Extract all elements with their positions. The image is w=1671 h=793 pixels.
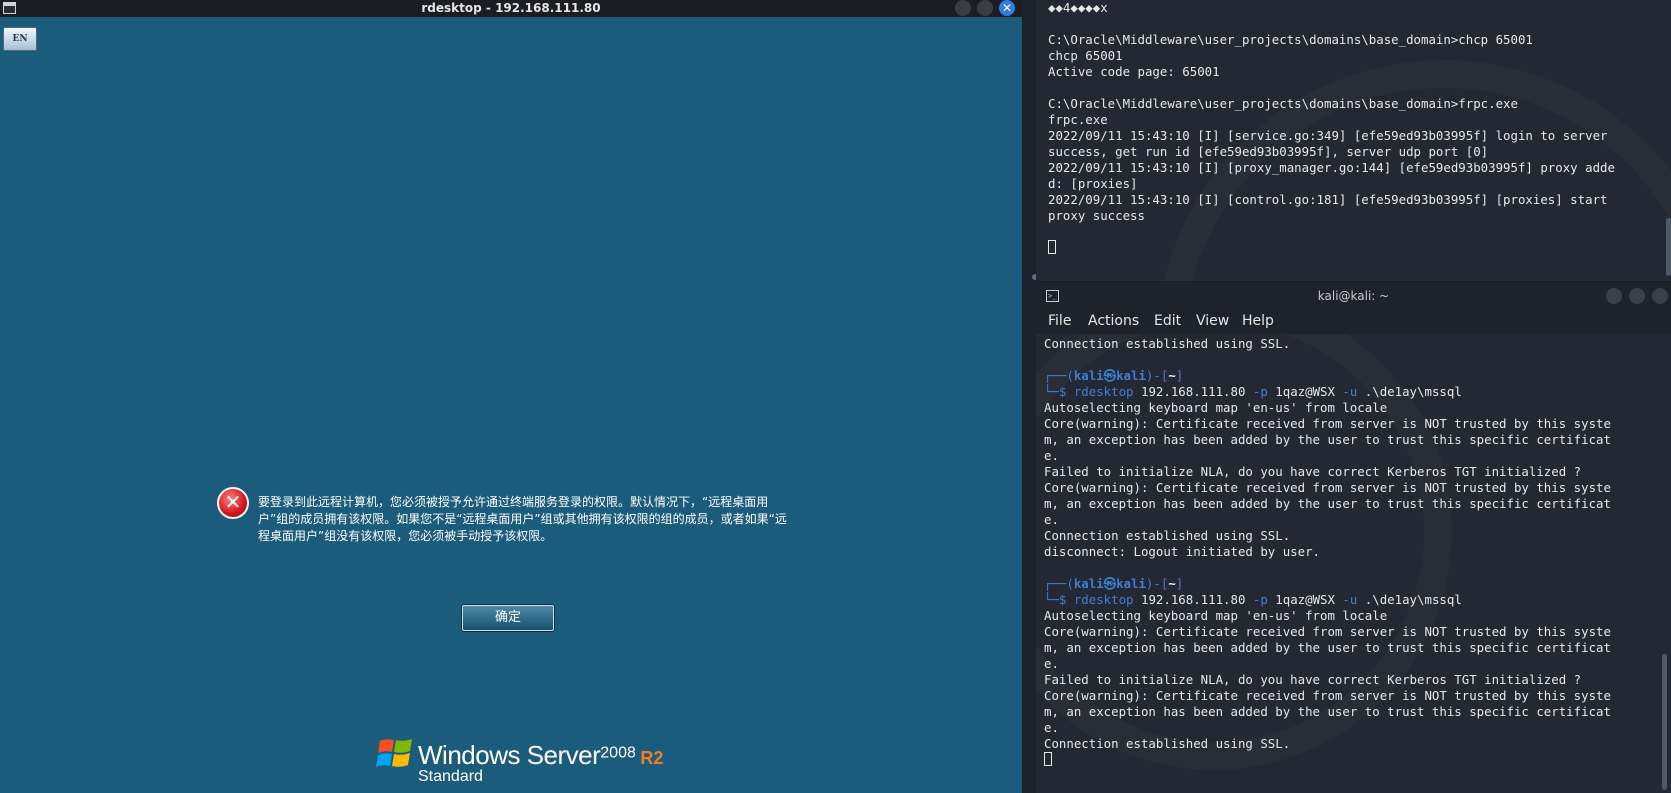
output-line: Core(warning): Certificate received from… (1044, 624, 1611, 639)
command-line: └─$ rdesktop 192.168.111.80 -p 1qaz@WSX … (1044, 592, 1462, 607)
maximize-button[interactable] (1629, 288, 1645, 304)
prompt-line: ┌──(kali㉿kali)-[~] (1044, 368, 1183, 383)
command-name: rdesktop (1073, 384, 1134, 399)
prompt-frame: ┌──( (1044, 368, 1074, 383)
prompt-frame: ┌──( (1044, 576, 1074, 591)
kali-window-title: kali@kali: ~ (1317, 289, 1390, 303)
output-line: m, an exception has been added by the us… (1044, 704, 1611, 719)
output-line: Connection established using SSL. (1044, 528, 1291, 543)
prompt-frame: )-[ (1145, 576, 1169, 591)
output-line: Active code page: 65001 (1048, 64, 1220, 79)
command-name: rdesktop (1073, 592, 1134, 607)
terminal-cursor (1048, 240, 1056, 254)
output-line: Connection established using SSL. (1044, 336, 1291, 351)
prompt-frame: ] (1175, 576, 1184, 591)
prompt-frame: )-[ (1145, 368, 1169, 383)
prompt-line: ┌──(kali㉿kali)-[~] (1044, 576, 1183, 591)
output-line: chcp 65001 (1048, 48, 1123, 63)
command-option: -p (1252, 384, 1268, 399)
output-line: m, an exception has been added by the us… (1044, 496, 1611, 511)
menu-edit[interactable]: Edit (1154, 313, 1181, 329)
command-arg: 192.168.111.80 (1133, 592, 1253, 607)
output-line: disconnect: Logout initiated by user. (1044, 544, 1321, 559)
brand-version: 2008 (600, 744, 636, 762)
close-button[interactable]: ✕ (999, 0, 1015, 16)
output-line: Autoselecting keyboard map 'en-us' from … (1044, 400, 1388, 415)
output-line: e. (1044, 512, 1059, 527)
prompt-symbol: └─$ (1044, 384, 1074, 399)
command-arg: .\de1ay\mssql (1357, 592, 1462, 607)
menu-help[interactable]: Help (1242, 313, 1274, 329)
window-divider (1022, 0, 1036, 793)
command-arg: 1qaz@WSX (1267, 592, 1343, 607)
shell-terminal[interactable]: ◆◆4◆◆◆◆x C:\Oracle\Middleware\user_proje… (1036, 0, 1671, 281)
brand-release: R2 (640, 748, 664, 768)
output-line: 2022/09/11 15:43:10 [I] [proxy_manager.g… (1048, 160, 1615, 175)
output-line: d: [proxies] (1048, 176, 1138, 191)
rdesktop-window-title: rdesktop - 192.168.111.80 (421, 1, 601, 15)
menu-view[interactable]: View (1196, 313, 1229, 329)
kali-terminal-window[interactable]: >_ kali@kali: ~ File Actions Edit View H… (1036, 282, 1671, 793)
windows-server-brand: Windows Server2008 R2 Standard (418, 740, 664, 785)
output-line: Connection established using SSL. (1044, 736, 1291, 751)
command-line: └─$ rdesktop 192.168.111.80 -p 1qaz@WSX … (1044, 384, 1462, 399)
language-indicator[interactable]: EN (3, 27, 37, 51)
command-arg: 1qaz@WSX (1267, 384, 1343, 399)
shell-output: ◆◆4◆◆◆◆x C:\Oracle\Middleware\user_proje… (1048, 0, 1615, 256)
close-icon: ✕ (1001, 1, 1013, 15)
error-icon: ✕ (217, 487, 249, 519)
output-line: success, get run id [efe59ed93b03995f], … (1048, 144, 1489, 159)
output-line: e. (1044, 448, 1059, 463)
output-line: m, an exception has been added by the us… (1044, 640, 1611, 655)
output-line: e. (1044, 720, 1059, 735)
minimize-button[interactable] (1606, 288, 1622, 304)
kali-titlebar[interactable]: >_ kali@kali: ~ (1036, 282, 1671, 310)
close-button[interactable] (1652, 288, 1668, 304)
terminal-cursor (1044, 752, 1052, 766)
windows-flag-icon (376, 739, 412, 767)
prompt-frame: ] (1175, 368, 1184, 383)
command-arg: .\de1ay\mssql (1357, 384, 1462, 399)
ok-button[interactable]: 确定 (462, 605, 554, 631)
command-option: -p (1252, 592, 1268, 607)
output-line: 2022/09/11 15:43:10 [I] [service.go:349]… (1048, 128, 1608, 143)
output-line: ◆◆4◆◆◆◆x (1048, 0, 1108, 15)
login-denied-message: 要登录到此远程计算机，您必须被授予允许通过终端服务登录的权限。默认情况下，“远程… (258, 495, 787, 543)
brand-name: Windows Server (418, 740, 601, 770)
output-line: Core(warning): Certificate received from… (1044, 688, 1611, 703)
maximize-button[interactable] (977, 0, 993, 16)
output-line: Failed to initialize NLA, do you have co… (1044, 672, 1582, 687)
remote-desktop-screen[interactable]: EN ✕ 要登录到此远程计算机，您必须被授予允许通过终端服务登录的权限。默认情况… (0, 17, 1022, 793)
output-line: Autoselecting keyboard map 'en-us' from … (1044, 608, 1388, 623)
kali-shell-output: Connection established using SSL. ┌──(ka… (1044, 336, 1611, 768)
command-option: -u (1342, 592, 1358, 607)
prompt-user-host: kali㉿kali (1073, 368, 1146, 383)
command-arg: 192.168.111.80 (1133, 384, 1253, 399)
prompt-user-host: kali㉿kali (1073, 576, 1146, 591)
prompt-symbol: └─$ (1044, 592, 1074, 607)
kali-terminal-scrollbar[interactable] (1662, 654, 1667, 790)
output-line: C:\Oracle\Middleware\user_projects\domai… (1048, 32, 1533, 47)
output-line: frpc.exe (1048, 112, 1108, 127)
menu-actions[interactable]: Actions (1088, 313, 1139, 329)
command-option: -u (1342, 384, 1358, 399)
output-line: Failed to initialize NLA, do you have co… (1044, 464, 1582, 479)
output-line: Core(warning): Certificate received from… (1044, 416, 1611, 431)
prompt-cwd: ~ (1168, 368, 1176, 383)
minimize-button[interactable] (955, 0, 971, 16)
output-line: m, an exception has been added by the us… (1044, 432, 1611, 447)
kali-terminal-output[interactable]: Connection established using SSL. ┌──(ka… (1036, 334, 1671, 793)
prompt-cwd: ~ (1168, 576, 1176, 591)
output-line: 2022/09/11 15:43:10 [I] [control.go:181]… (1048, 192, 1608, 207)
output-line: C:\Oracle\Middleware\user_projects\domai… (1048, 96, 1518, 111)
menu-file[interactable]: File (1048, 313, 1071, 329)
output-line: e. (1044, 656, 1059, 671)
kali-menubar: File Actions Edit View Help (1036, 310, 1671, 334)
top-terminal-scrollbar[interactable] (1666, 218, 1671, 276)
output-line: Core(warning): Certificate received from… (1044, 480, 1611, 495)
output-line: proxy success (1048, 208, 1145, 223)
brand-edition: Standard (418, 768, 483, 785)
rdesktop-titlebar[interactable]: rdesktop - 192.168.111.80 ✕ (0, 0, 1022, 17)
